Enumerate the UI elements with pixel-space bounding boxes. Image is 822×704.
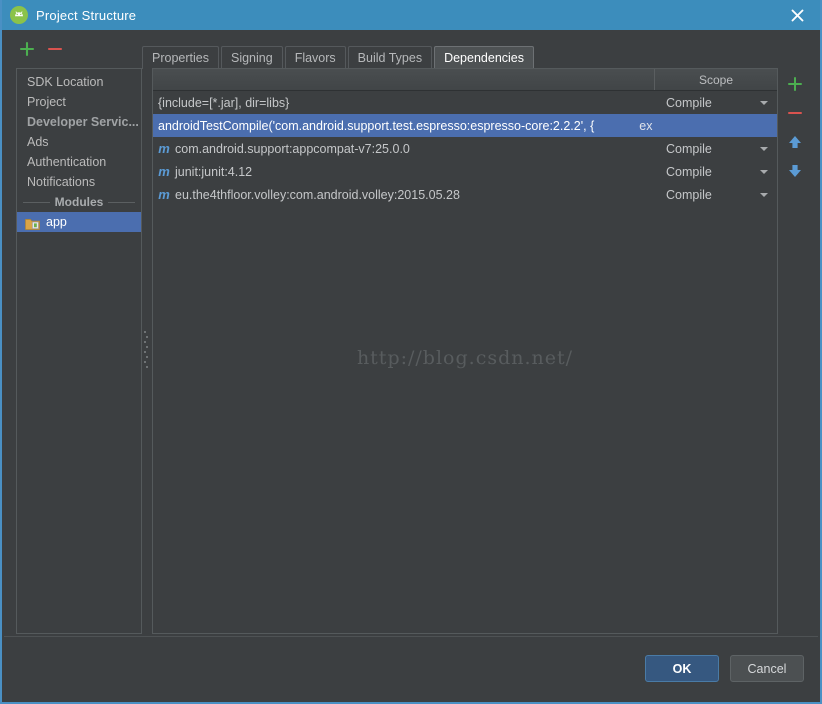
dependencies-table: Scope {include=[*.jar], dir=libs} Compil… <box>152 68 778 634</box>
cancel-button[interactable]: Cancel <box>730 655 804 682</box>
scope-value: Compile <box>666 95 712 110</box>
module-folder-icon <box>25 216 40 230</box>
android-studio-icon <box>10 6 28 24</box>
sidebar-item-label: Ads <box>27 135 49 149</box>
maven-library-icon: m <box>158 164 170 179</box>
sidebar-item-notifications[interactable]: Notifications <box>17 172 141 192</box>
sidebar-item-label: SDK Location <box>27 75 104 89</box>
tab-build-types[interactable]: Build Types <box>347 46 433 69</box>
tab-label: Properties <box>152 51 209 65</box>
table-row[interactable]: {include=[*.jar], dir=libs} Compile <box>153 91 777 114</box>
tab-label: Flavors <box>294 51 336 65</box>
chevron-down-icon <box>760 169 768 174</box>
project-structure-dialog: Project Structure Properties Signing Fla… <box>0 0 822 704</box>
minus-icon[interactable] <box>46 40 64 58</box>
sidebar-item-label: Developer Servic... <box>27 115 139 129</box>
plus-icon[interactable] <box>18 40 36 58</box>
tab-label: Build Types <box>357 51 423 65</box>
column-header-name[interactable] <box>153 69 655 90</box>
dependency-name-cell: {include=[*.jar], dir=libs} <box>153 96 655 110</box>
dependency-name: junit:junit:4.12 <box>175 164 253 179</box>
dependency-name: eu.the4thfloor.volley:com.android.volley… <box>175 187 460 202</box>
dependencies-actions-toolbar <box>778 68 812 634</box>
sidebar-item-ads[interactable]: Ads <box>17 132 141 152</box>
sidebar-splitter[interactable] <box>142 68 152 634</box>
dependency-name-overflow: ex <box>639 118 653 133</box>
table-row[interactable]: m junit:junit:4.12 Compile <box>153 160 777 183</box>
sidebar-item-label: Notifications <box>27 175 96 189</box>
ok-button[interactable]: OK <box>645 655 719 682</box>
remove-dependency-button[interactable] <box>785 103 805 123</box>
maven-library-icon: m <box>158 141 170 156</box>
dialog-body: SDK Location Project Developer Servic...… <box>4 68 818 634</box>
scope-value: Compile <box>666 187 712 202</box>
chevron-down-icon <box>760 146 768 151</box>
sidebar-item-authentication[interactable]: Authentication <box>17 152 141 172</box>
sidebar-item-label: Authentication <box>27 155 107 169</box>
table-row[interactable]: androidTestCompile('com.android.support.… <box>153 114 777 137</box>
dependencies-panel: Scope {include=[*.jar], dir=libs} Compil… <box>152 68 812 634</box>
tab-label: Signing <box>230 51 273 65</box>
title-bar: Project Structure <box>2 0 820 30</box>
tab-signing[interactable]: Signing <box>220 46 283 69</box>
close-icon[interactable] <box>774 0 820 30</box>
tab-label: Dependencies <box>444 51 524 65</box>
sidebar-group-developer-services[interactable]: Developer Servic... <box>17 112 141 132</box>
dependency-name-cell: m eu.the4thfloor.volley:com.android.voll… <box>153 187 655 202</box>
separator-line-right <box>108 201 136 203</box>
table-row[interactable]: m eu.the4thfloor.volley:com.android.voll… <box>153 183 777 206</box>
dependency-name: com.android.support:appcompat-v7:25.0.0 <box>175 141 410 156</box>
tab-dependencies[interactable]: Dependencies <box>434 46 534 69</box>
separator-label: Modules <box>54 195 104 209</box>
dependency-name: {include=[*.jar], dir=libs} <box>158 95 290 110</box>
tab-properties[interactable]: Properties <box>142 46 219 69</box>
dialog-footer: OK Cancel <box>4 636 818 700</box>
table-row[interactable]: m com.android.support:appcompat-v7:25.0.… <box>153 137 777 160</box>
sidebar-item-label: app <box>46 215 67 229</box>
scope-dropdown[interactable]: Compile <box>655 188 777 202</box>
move-down-button[interactable] <box>785 161 805 181</box>
dependency-name-cell: androidTestCompile('com.android.support.… <box>153 119 655 133</box>
scope-value: Compile <box>666 141 712 156</box>
sidebar-item-sdk-location[interactable]: SDK Location <box>17 72 141 92</box>
toolbar: Properties Signing Flavors Build Types D… <box>2 30 820 69</box>
table-header: Scope <box>153 69 777 91</box>
dependency-name-cell: m junit:junit:4.12 <box>153 164 655 179</box>
chevron-down-icon <box>760 192 768 197</box>
column-header-scope[interactable]: Scope <box>655 69 777 90</box>
sidebar-item-project[interactable]: Project <box>17 92 141 112</box>
dependency-name-cell: m com.android.support:appcompat-v7:25.0.… <box>153 141 655 156</box>
splitter-grip-icon <box>144 331 148 371</box>
move-up-button[interactable] <box>785 132 805 152</box>
chevron-down-icon <box>760 100 768 105</box>
scope-dropdown[interactable]: Compile <box>655 142 777 156</box>
scope-dropdown[interactable]: Compile <box>655 96 777 110</box>
settings-sidebar: SDK Location Project Developer Servic...… <box>16 68 142 634</box>
sidebar-item-label: Project <box>27 95 66 109</box>
sidebar-separator-modules: Modules <box>17 192 141 212</box>
separator-line-left <box>23 201 50 203</box>
scope-value: Compile <box>666 164 712 179</box>
sidebar-item-app[interactable]: app <box>17 212 141 232</box>
add-dependency-button[interactable] <box>785 74 805 94</box>
tab-bar: Properties Signing Flavors Build Types D… <box>142 45 536 69</box>
scope-dropdown[interactable]: Compile <box>655 165 777 179</box>
dependency-name: androidTestCompile('com.android.support.… <box>158 118 595 133</box>
watermark-text: http://blog.csdn.net/ <box>356 347 574 369</box>
window-title: Project Structure <box>36 7 137 23</box>
tab-flavors[interactable]: Flavors <box>284 46 346 69</box>
maven-library-icon: m <box>158 187 170 202</box>
